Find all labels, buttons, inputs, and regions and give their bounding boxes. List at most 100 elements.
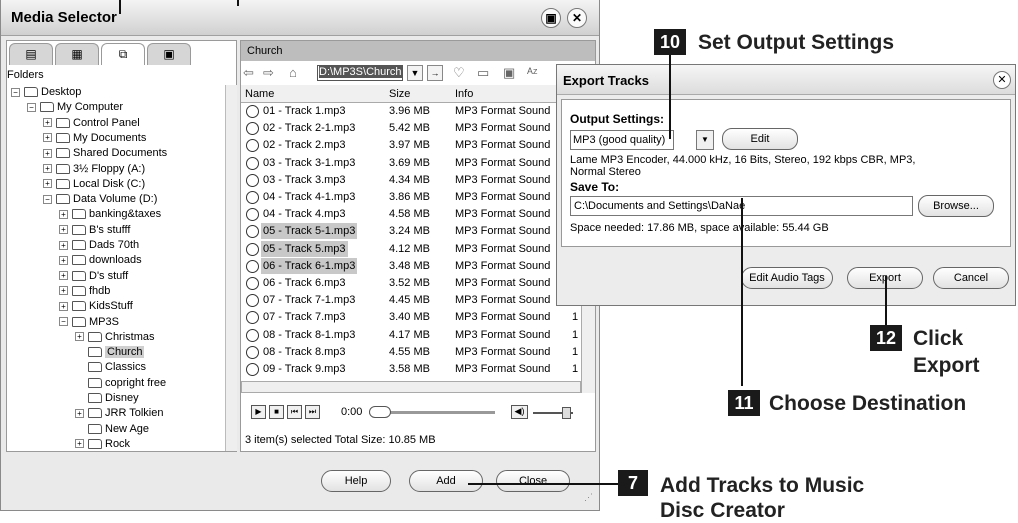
tab-computer-icon[interactable]: ▣: [147, 43, 191, 65]
expand-icon[interactable]: +: [59, 286, 68, 296]
expand-icon[interactable]: +: [43, 148, 52, 158]
expand-icon[interactable]: +: [75, 439, 84, 449]
close-button[interactable]: Close: [496, 470, 570, 492]
collapse-icon[interactable]: −: [59, 317, 68, 327]
up-folder-icon[interactable]: ⌂: [289, 65, 297, 80]
tree-node[interactable]: − Desktop: [11, 85, 81, 100]
edit-audio-tags-button[interactable]: Edit Audio Tags: [741, 267, 833, 289]
previous-icon[interactable]: ⏮: [287, 405, 302, 419]
volume-icon[interactable]: ◀): [511, 405, 528, 419]
track-row[interactable]: 07 - Track 7.mp3 3.40 MB MP3 Format Sound 1: [241, 309, 581, 325]
dialog-close-icon[interactable]: ✕: [993, 71, 1011, 89]
track-row[interactable]: 04 - Track 4.mp3 4.58 MB MP3 Format Sound: [241, 206, 581, 222]
tree-node[interactable]: + Shared Documents: [43, 146, 167, 161]
expand-icon[interactable]: +: [59, 255, 68, 265]
tree-node[interactable]: + My Documents: [43, 131, 146, 146]
track-row[interactable]: 06 - Track 6.mp3 3.52 MB MP3 Format Sound: [241, 275, 581, 291]
track-row[interactable]: 05 - Track 5.mp3 4.12 MB MP3 Format Sound: [241, 240, 581, 257]
tree-node[interactable]: Church: [75, 345, 145, 360]
edit-button[interactable]: Edit: [722, 128, 798, 150]
tree-node[interactable]: − Data Volume (D:): [43, 192, 157, 207]
expand-icon[interactable]: +: [59, 209, 68, 219]
path-dropdown-icon[interactable]: ▼: [407, 65, 423, 81]
column-name[interactable]: Name: [245, 88, 274, 100]
column-info[interactable]: Info: [455, 88, 473, 100]
view-icon[interactable]: ▭: [477, 65, 489, 81]
expand-icon[interactable]: +: [59, 240, 68, 250]
expand-icon[interactable]: +: [43, 164, 52, 174]
track-row[interactable]: 04 - Track 4-1.mp3 3.86 MB MP3 Format Soun…: [241, 189, 581, 205]
collapse-icon[interactable]: −: [11, 87, 20, 97]
seek-slider[interactable]: [369, 406, 391, 418]
expand-icon[interactable]: +: [59, 225, 68, 235]
restore-icon[interactable]: ▣: [541, 8, 561, 28]
path-input[interactable]: D:\MP3S\Church: [317, 65, 403, 81]
tree-node[interactable]: − MP3S: [59, 315, 119, 330]
track-row[interactable]: 02 - Track 2-1.mp3 5.42 MB MP3 Format Soun…: [241, 120, 581, 136]
tree-node[interactable]: Classics: [75, 360, 146, 375]
track-row[interactable]: 02 - Track 2.mp3 3.97 MB MP3 Format Sound: [241, 137, 581, 153]
monitor-icon[interactable]: ▣: [503, 65, 515, 81]
callout-10-number: 10: [654, 29, 686, 55]
track-horizontal-scrollbar[interactable]: [241, 381, 581, 393]
resize-grip-icon[interactable]: ⋰: [584, 492, 593, 503]
tree-scrollbar[interactable]: [225, 85, 237, 451]
track-row[interactable]: 03 - Track 3-1.mp3 3.69 MB MP3 Format Soun…: [241, 155, 581, 171]
volume-slider[interactable]: [562, 407, 571, 419]
stop-icon[interactable]: ■: [269, 405, 284, 419]
help-button[interactable]: Help: [321, 470, 391, 492]
track-row[interactable]: 05 - Track 5-1.mp3 3.24 MB MP3 Format Soun…: [241, 223, 581, 240]
tree-node[interactable]: + B's stufff: [59, 223, 130, 238]
tree-node[interactable]: Disney: [75, 391, 139, 406]
tree-node[interactable]: + downloads: [59, 253, 142, 268]
play-icon[interactable]: ▶: [251, 405, 266, 419]
tree-node[interactable]: + KidsStuff: [59, 299, 133, 314]
favorite-icon[interactable]: ♡: [453, 65, 465, 81]
tree-node[interactable]: + banking&taxes: [59, 207, 161, 222]
track-row[interactable]: 07 - Track 7-1.mp3 4.45 MB MP3 Format Soun…: [241, 292, 581, 308]
next-icon[interactable]: ⏭: [305, 405, 320, 419]
tab-library-icon[interactable]: ▦: [55, 43, 99, 65]
tree-node[interactable]: + JRR Tolkien: [75, 406, 164, 421]
browse-button[interactable]: Browse...: [918, 195, 994, 217]
go-icon[interactable]: →: [427, 65, 443, 81]
tab-list-icon[interactable]: ▤: [9, 43, 53, 65]
tree-node[interactable]: + fhdb: [59, 284, 110, 299]
collapse-icon[interactable]: −: [27, 102, 36, 112]
title-bar: Media Selector ▣ ✕: [1, 0, 599, 36]
tree-node[interactable]: + Control Panel: [43, 116, 140, 131]
expand-icon[interactable]: +: [75, 332, 84, 342]
expand-icon[interactable]: +: [75, 408, 84, 418]
track-row[interactable]: 01 - Track 1.mp3 3.96 MB MP3 Format Sound: [241, 103, 581, 119]
expand-icon[interactable]: +: [59, 271, 68, 281]
sort-icon[interactable]: ᴬᶻ: [527, 65, 538, 80]
cancel-button[interactable]: Cancel: [933, 267, 1009, 289]
tree-node[interactable]: + D's stuff: [59, 269, 128, 284]
output-settings-select[interactable]: MP3 (good quality): [570, 130, 674, 150]
tree-node[interactable]: + Dads 70th: [59, 238, 139, 253]
forward-icon[interactable]: ⇨: [263, 65, 274, 81]
tree-node[interactable]: − My Computer: [27, 100, 123, 115]
add-button[interactable]: Add: [409, 470, 483, 492]
expand-icon[interactable]: +: [59, 301, 68, 311]
track-row[interactable]: 06 - Track 6-1.mp3 3.48 MB MP3 Format Soun…: [241, 257, 581, 274]
track-row[interactable]: 09 - Track 9.mp3 3.58 MB MP3 Format Sound 1: [241, 361, 581, 377]
expand-icon[interactable]: +: [43, 179, 52, 189]
column-size[interactable]: Size: [389, 88, 410, 100]
track-row[interactable]: 08 - Track 8-1.mp3 4.17 MB MP3 Format Soun…: [241, 327, 581, 343]
collapse-icon[interactable]: −: [43, 194, 52, 204]
output-dropdown-icon[interactable]: ▼: [696, 130, 714, 150]
tree-node[interactable]: New Age: [75, 422, 149, 437]
tree-node[interactable]: copright free: [75, 376, 166, 391]
track-row[interactable]: 03 - Track 3.mp3 4.34 MB MP3 Format Sound: [241, 172, 581, 188]
expand-icon[interactable]: +: [43, 133, 52, 143]
back-icon[interactable]: ⇦: [243, 65, 254, 81]
tree-node[interactable]: + Rock: [75, 437, 130, 451]
track-row[interactable]: 08 - Track 8.mp3 4.55 MB MP3 Format Sound 1: [241, 344, 581, 360]
tree-node[interactable]: + Local Disk (C:): [43, 177, 145, 192]
expand-icon[interactable]: +: [43, 118, 52, 128]
tab-folders-icon[interactable]: ⧉: [101, 43, 145, 65]
close-icon[interactable]: ✕: [567, 8, 587, 28]
tree-node[interactable]: + Christmas: [75, 330, 155, 345]
tree-node[interactable]: +3½ Floppy (A:): [43, 162, 145, 177]
